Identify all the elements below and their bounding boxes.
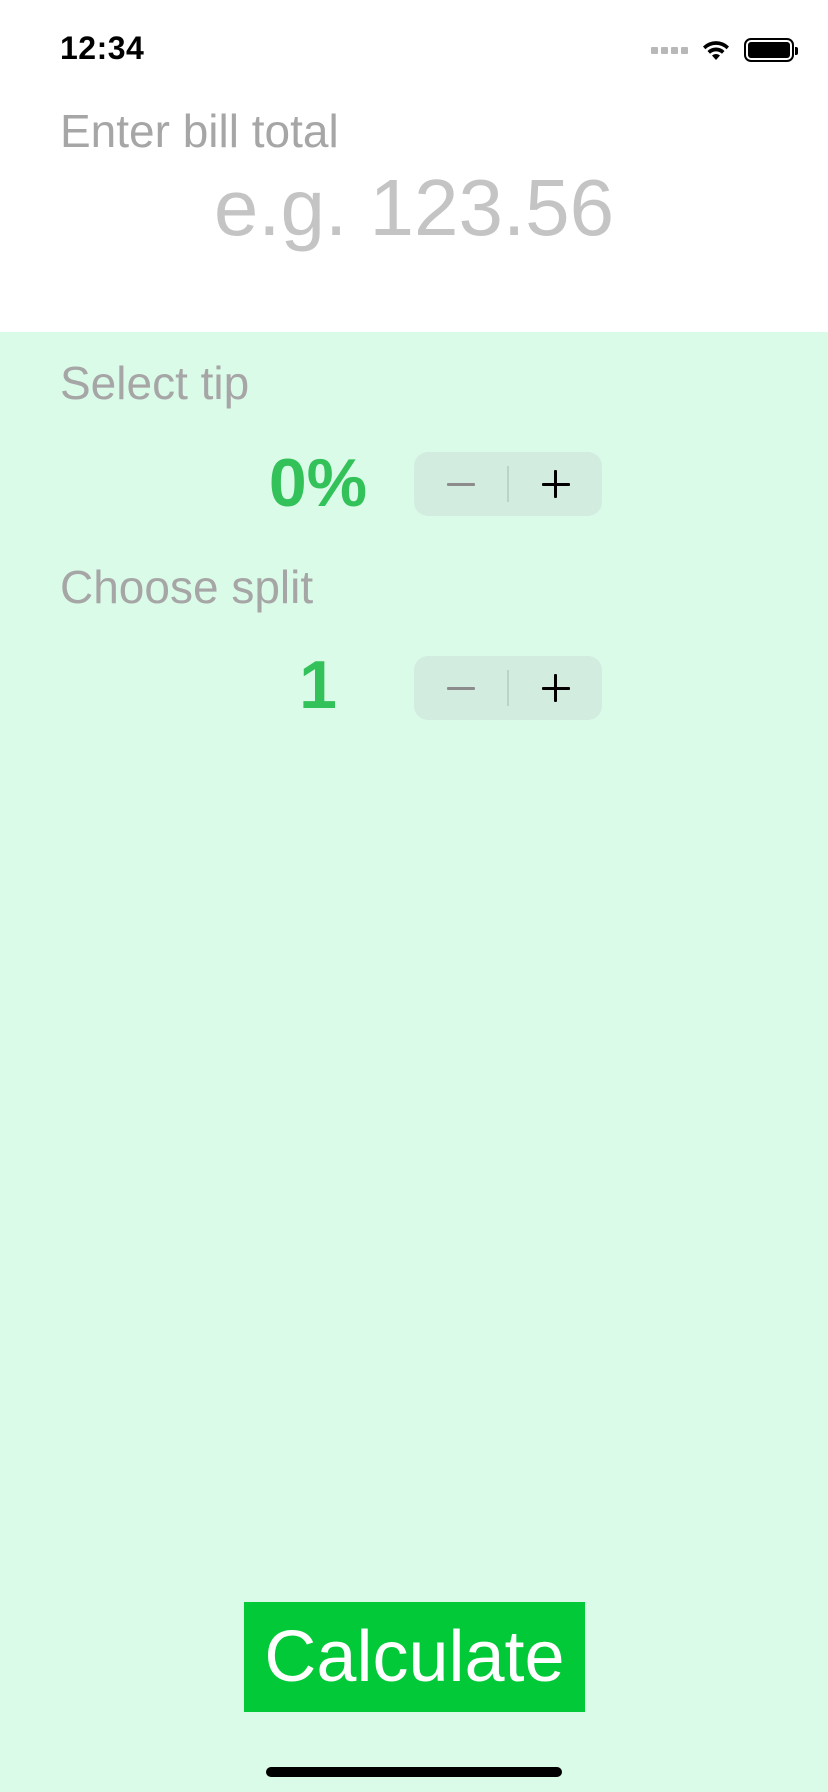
status-icons [651,36,798,64]
split-increment-button[interactable] [509,656,602,720]
minus-icon [446,686,475,690]
tip-percentage-value: 0% [268,445,368,521]
split-count-value: 1 [299,647,337,723]
split-decrement-button[interactable] [414,656,507,720]
wifi-icon [703,41,729,60]
tip-stepper [414,452,602,516]
status-time: 12:34 [60,30,145,66]
choose-split-label: Choose split [60,561,314,613]
split-stepper [414,656,602,720]
home-indicator [266,1767,562,1777]
tip-calculator-screen: 12:34 Enter bill total Select tip 0% [0,0,828,1792]
status-bar: 12:34 [0,0,828,100]
tip-decrement-button[interactable] [414,452,507,516]
tip-increment-button[interactable] [509,452,602,516]
bill-section: Enter bill total [0,100,828,332]
minus-icon [446,482,475,486]
tip-split-section: Select tip 0% Choose split 1 Calculate [0,332,828,1792]
select-tip-label: Select tip [60,357,250,409]
cellular-signal-icon [651,46,688,54]
battery-icon [744,38,798,62]
plus-icon [541,674,570,702]
bill-total-input[interactable] [0,158,828,258]
bill-total-label: Enter bill total [60,105,339,157]
calculate-button[interactable]: Calculate [244,1602,585,1712]
plus-icon [541,470,570,498]
